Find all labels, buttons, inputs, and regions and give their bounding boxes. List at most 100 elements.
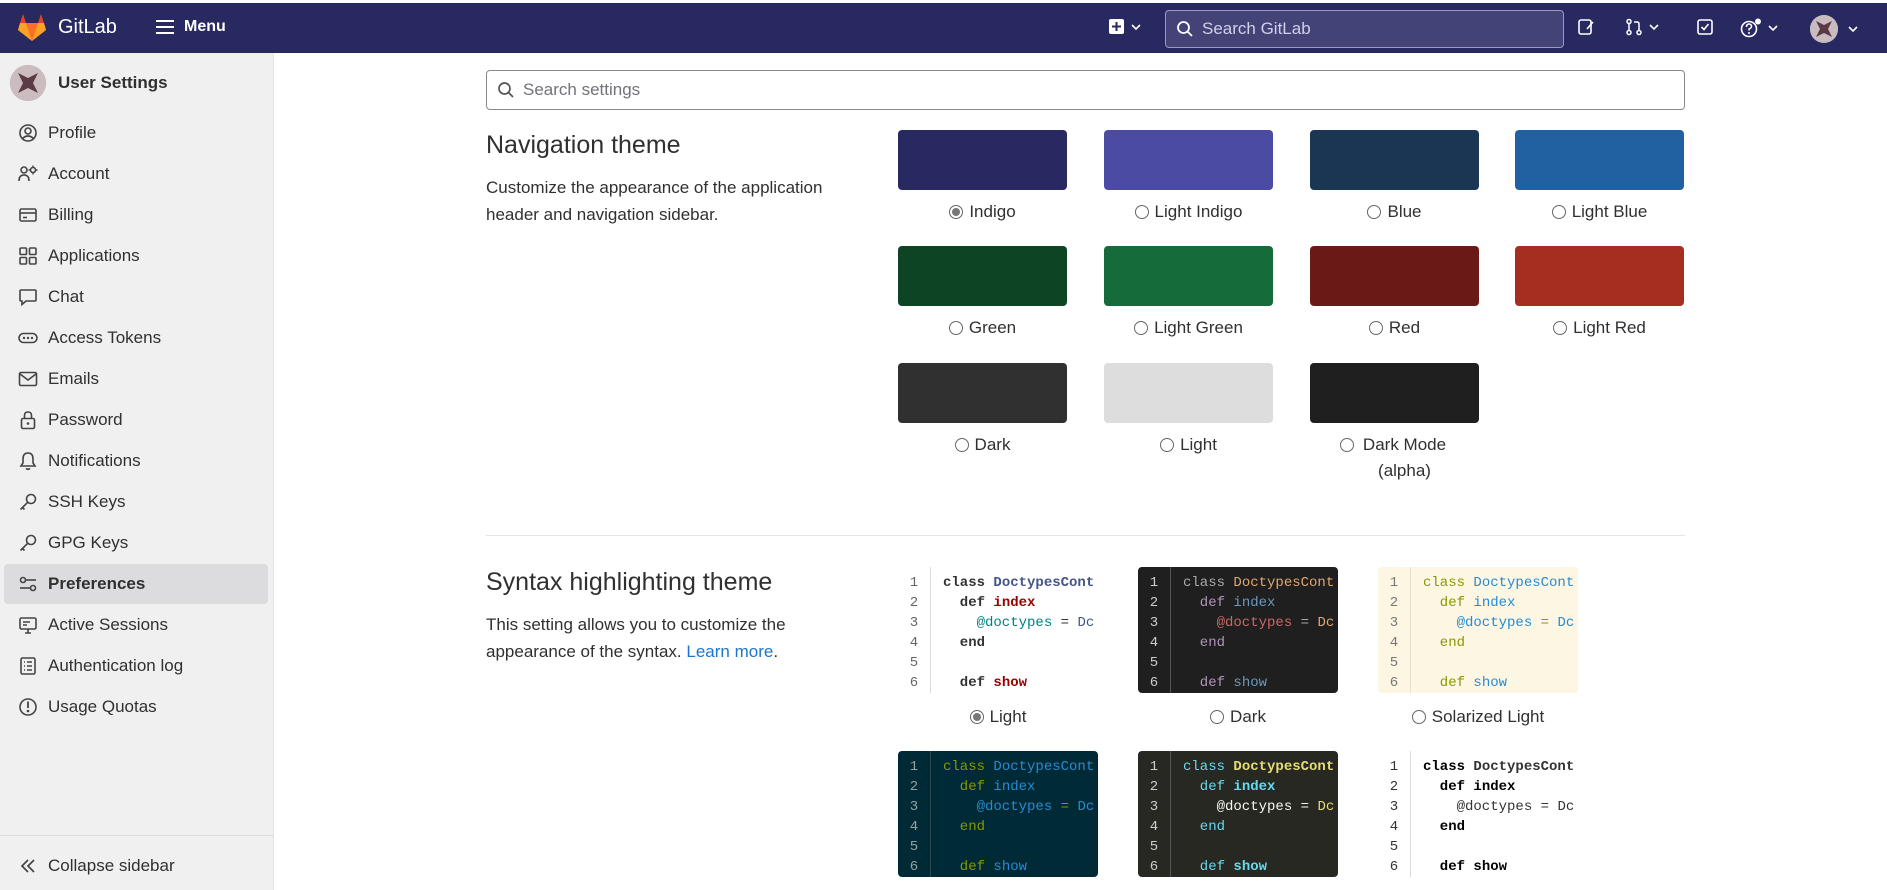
todos-button[interactable]: [1696, 18, 1714, 36]
theme-option[interactable]: Dark: [898, 432, 1067, 458]
code-line: def index: [1183, 593, 1334, 613]
sidebar-item-ssh-keys[interactable]: SSH Keys: [4, 482, 268, 522]
sidebar-title: User Settings: [58, 73, 168, 92]
theme-radio[interactable]: [954, 438, 969, 452]
syntax-preview[interactable]: 1 2 3 4 5 6 class DoctypesCont def index …: [1378, 751, 1578, 877]
theme-swatch[interactable]: [1310, 363, 1479, 423]
sidebar-item-billing[interactable]: Billing: [4, 195, 268, 235]
syntax-theme-label: Light: [989, 707, 1027, 726]
theme-radio[interactable]: [1551, 205, 1566, 219]
sidebar-item-authentication-log[interactable]: Authentication log: [4, 646, 268, 686]
help-button[interactable]: [1740, 18, 1778, 38]
theme-option[interactable]: Indigo: [898, 199, 1067, 225]
theme-option[interactable]: Light: [1104, 432, 1273, 458]
theme-radio[interactable]: [1368, 321, 1383, 335]
theme-option[interactable]: Light Green: [1104, 315, 1273, 341]
menu-button[interactable]: Menu: [156, 18, 226, 36]
tanuki-icon: [18, 14, 46, 41]
syntax-preview[interactable]: 1 2 3 4 5 6 class DoctypesCont def index …: [1138, 751, 1338, 877]
sidebar-item-notifications[interactable]: Notifications: [4, 441, 268, 481]
code-token: end: [1183, 819, 1226, 835]
theme-swatch[interactable]: [898, 246, 1067, 306]
theme-swatch[interactable]: [898, 130, 1067, 190]
sidebar-item-active-sessions[interactable]: Active Sessions: [4, 605, 268, 645]
syntax-theme-option[interactable]: Light: [898, 704, 1098, 730]
syntax-theme-radio[interactable]: [969, 710, 984, 724]
syntax-preview[interactable]: 1 2 3 4 5 6 class DoctypesCont def index …: [1378, 567, 1578, 693]
merge-requests-button[interactable]: [1625, 18, 1659, 36]
syntax-preview[interactable]: 1 2 3 4 5 6 class DoctypesCont def index …: [898, 751, 1098, 877]
search-icon: [498, 82, 514, 98]
theme-radio[interactable]: [1367, 205, 1382, 219]
sidebar-item-password[interactable]: Password: [4, 400, 268, 440]
issues-button[interactable]: [1577, 18, 1595, 36]
search-gitlab-input[interactable]: Search GitLab: [1165, 10, 1564, 48]
theme-option[interactable]: Light Indigo: [1104, 199, 1273, 225]
syntax-theme-radio[interactable]: [1210, 710, 1225, 724]
theme-option[interactable]: Blue: [1310, 199, 1479, 225]
code-token: def: [1423, 859, 1474, 875]
theme-radio[interactable]: [1553, 321, 1568, 335]
code-token: end: [1423, 819, 1466, 835]
theme-radio[interactable]: [1134, 205, 1149, 219]
search-settings-input[interactable]: Search settings: [486, 70, 1685, 110]
sidebar-item-account[interactable]: Account: [4, 154, 268, 194]
code-token: def: [1423, 675, 1474, 691]
sidebar-divider: [0, 835, 274, 836]
syntax-theme-option[interactable]: Solarized Light: [1378, 704, 1578, 730]
code-line: end: [943, 633, 1094, 653]
code-token: =: [1532, 799, 1558, 815]
code-token: =: [1292, 799, 1318, 815]
sidebar-item-access-tokens[interactable]: Access Tokens: [4, 318, 268, 358]
code-token: class: [1183, 575, 1234, 591]
theme-swatch[interactable]: [1515, 246, 1684, 306]
code-line: class DoctypesCont: [943, 573, 1094, 593]
code-token: end: [943, 635, 986, 651]
theme-radio[interactable]: [1160, 438, 1175, 452]
sidebar-item-usage-quotas[interactable]: Usage Quotas: [4, 687, 268, 727]
theme-radio[interactable]: [949, 205, 964, 219]
theme-option[interactable]: Red: [1310, 315, 1479, 341]
theme-radio[interactable]: [1134, 321, 1149, 335]
sidebar-item-preferences[interactable]: Preferences: [4, 564, 268, 604]
theme-label: Light Blue: [1571, 202, 1648, 221]
sidebar-item-gpg-keys[interactable]: GPG Keys: [4, 523, 268, 563]
syntax-theme-label: Dark: [1230, 707, 1266, 726]
theme-swatch[interactable]: [898, 363, 1067, 423]
syntax-theme-option[interactable]: Dark: [1138, 704, 1338, 730]
key-icon: [19, 493, 37, 511]
syntax-theme-radio[interactable]: [1411, 710, 1426, 724]
theme-option[interactable]: Dark Mode (alpha): [1310, 432, 1479, 484]
create-new-button[interactable]: [1108, 18, 1141, 35]
code-token: DoctypesCont: [993, 759, 1095, 775]
theme-option[interactable]: Light Blue: [1515, 199, 1684, 225]
menu-label: Menu: [184, 18, 226, 35]
theme-swatch[interactable]: [1310, 246, 1479, 306]
chevron-down-icon[interactable]: [1848, 25, 1858, 33]
code-line: @doctypes = Dc: [1423, 613, 1575, 633]
user-avatar[interactable]: [1810, 15, 1838, 43]
syntax-preview[interactable]: 1 2 3 4 5 6 class DoctypesCont def index …: [898, 567, 1098, 693]
theme-swatch[interactable]: [1310, 130, 1479, 190]
sidebar-header[interactable]: User Settings: [10, 65, 168, 101]
theme-swatch[interactable]: [1104, 363, 1273, 423]
theme-swatch[interactable]: [1515, 130, 1684, 190]
theme-option[interactable]: Green: [898, 315, 1067, 341]
profile-icon: [19, 124, 37, 142]
theme-radio[interactable]: [948, 321, 963, 335]
sidebar-item-chat[interactable]: Chat: [4, 277, 268, 317]
code-line: class DoctypesCont: [1423, 573, 1574, 593]
sidebar-item-emails[interactable]: Emails: [4, 359, 268, 399]
theme-option[interactable]: Light Red: [1515, 315, 1684, 341]
theme-radio[interactable]: [1339, 438, 1354, 452]
gitlab-logo[interactable]: GitLab: [16, 12, 117, 42]
theme-swatch[interactable]: [1104, 246, 1273, 306]
theme-swatch[interactable]: [1104, 130, 1273, 190]
sidebar-item-applications[interactable]: Applications: [4, 236, 268, 276]
sidebar-item-label: Emails: [48, 369, 100, 388]
learn-more-link[interactable]: Learn more: [686, 642, 773, 661]
collapse-sidebar-button[interactable]: Collapse sidebar: [4, 846, 268, 886]
sidebar-item-profile[interactable]: Profile: [4, 113, 268, 153]
syntax-preview[interactable]: 1 2 3 4 5 6 class DoctypesCont def index …: [1138, 567, 1338, 693]
